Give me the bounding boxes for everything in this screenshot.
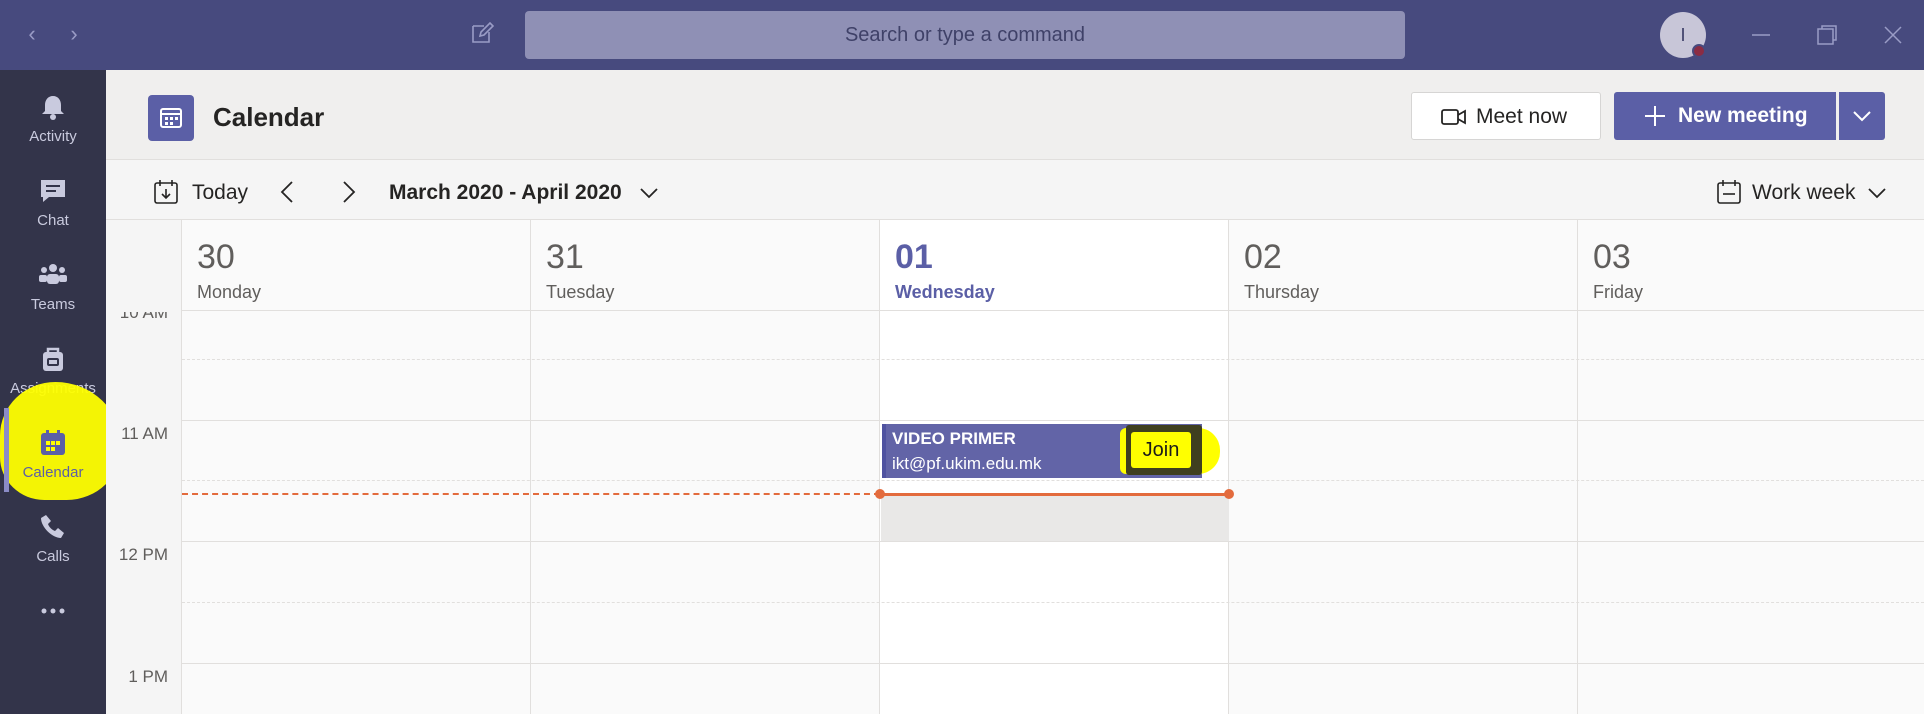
calendar-icon xyxy=(38,428,68,458)
close-icon[interactable] xyxy=(1878,20,1908,50)
current-time-line-today xyxy=(880,493,1229,496)
rail-item-label: Calls xyxy=(36,548,70,565)
day-number: 30 xyxy=(197,238,235,276)
rail-item-label: Activity xyxy=(29,128,77,145)
day-number: 01 xyxy=(895,238,933,276)
new-meeting-label: New meeting xyxy=(1678,104,1808,127)
meet-now-button[interactable]: Meet now xyxy=(1411,92,1601,140)
view-switcher[interactable]: Work week xyxy=(1716,178,1896,206)
current-time-line xyxy=(182,493,880,495)
next-chevron-icon[interactable] xyxy=(336,178,360,206)
half-hour-line xyxy=(182,602,1924,603)
chat-icon xyxy=(38,176,68,206)
view-label: Work week xyxy=(1752,181,1856,204)
day-name: Tuesday xyxy=(546,282,615,302)
more-icon xyxy=(38,596,68,626)
current-time-dot xyxy=(1224,489,1234,499)
day-name: Wednesday xyxy=(895,282,995,302)
search-input[interactable]: Search or type a command xyxy=(525,11,1405,59)
day-number: 03 xyxy=(1593,238,1631,276)
meet-now-label: Meet now xyxy=(1476,105,1568,128)
rail-item-teams[interactable]: Teams xyxy=(0,246,106,330)
rail-item-more[interactable] xyxy=(0,582,106,666)
teams-icon xyxy=(38,260,68,290)
event-title: VIDEO PRIMER xyxy=(892,429,1016,448)
time-label-1pm: 1 PM xyxy=(128,667,168,686)
calendar-app-icon xyxy=(148,95,194,141)
video-camera-icon xyxy=(1440,105,1468,135)
day-column-tuesday[interactable]: 31 Tuesday xyxy=(531,220,880,714)
time-label-11am: 11 AM xyxy=(121,424,168,443)
day-name: Monday xyxy=(197,282,262,302)
rail-item-label: Chat xyxy=(37,212,69,229)
day-header: 02 Thursday xyxy=(1229,220,1578,311)
calendar-today-icon xyxy=(152,178,180,212)
rail-item-label: Teams xyxy=(30,296,76,313)
half-hour-line xyxy=(182,359,1924,360)
range-chevron-down-icon[interactable] xyxy=(638,182,660,204)
phone-icon xyxy=(38,512,68,542)
rail-item-calls[interactable]: Calls xyxy=(0,498,106,582)
rail-item-label: Calendar xyxy=(22,464,84,481)
hour-line xyxy=(182,541,1924,542)
time-label-clip: 10 AM xyxy=(106,312,182,322)
day-header: 30 Monday xyxy=(182,220,531,311)
calendar-view-icon xyxy=(1716,179,1742,211)
assignments-icon xyxy=(38,344,68,374)
day-column-friday[interactable]: 03 Friday xyxy=(1578,220,1924,714)
time-column xyxy=(106,220,182,714)
half-hour-line xyxy=(182,480,1924,481)
bell-icon xyxy=(38,92,68,122)
restore-icon[interactable] xyxy=(1812,20,1842,50)
new-meeting-button[interactable]: New meeting xyxy=(1614,92,1836,140)
day-name: Thursday xyxy=(1244,282,1320,302)
presence-status-badge xyxy=(1692,44,1706,58)
day-column-monday[interactable]: 30 Monday xyxy=(182,220,531,714)
join-button[interactable]: Join xyxy=(1131,432,1191,468)
view-chevron-down-icon xyxy=(1866,182,1888,210)
forward-arrow-icon[interactable]: › xyxy=(62,22,86,46)
calendar-toolbar xyxy=(106,160,1924,220)
date-range-label[interactable]: March 2020 - April 2020 xyxy=(389,181,622,205)
day-name: Friday xyxy=(1593,282,1644,302)
page-title: Calendar xyxy=(213,102,325,132)
minimize-icon[interactable] xyxy=(1746,20,1776,50)
day-column-thursday[interactable]: 02 Thursday xyxy=(1229,220,1578,714)
hour-line xyxy=(182,663,1924,664)
time-label-12pm: 12 PM xyxy=(118,545,168,564)
compose-icon[interactable] xyxy=(470,21,495,46)
event-organizer: ikt@pf.ukim.edu.mk xyxy=(892,454,1042,473)
chevron-down-icon xyxy=(1852,107,1872,130)
back-arrow-icon[interactable]: ‹ xyxy=(20,22,44,46)
new-meeting-dropdown-button[interactable] xyxy=(1839,92,1885,140)
day-header: 03 Friday xyxy=(1578,220,1924,311)
time-label-10am: 10 AM xyxy=(119,312,168,322)
rail-item-chat[interactable]: Chat xyxy=(0,162,106,246)
rail-item-calendar[interactable]: Calendar xyxy=(0,414,106,498)
current-time-dot xyxy=(875,489,885,499)
day-header: 31 Tuesday xyxy=(531,220,880,311)
today-label: Today xyxy=(192,181,249,204)
day-number: 02 xyxy=(1244,238,1282,276)
elapsed-time-block xyxy=(881,495,1229,541)
day-header: 01 Wednesday xyxy=(880,220,1229,311)
day-number: 31 xyxy=(546,238,584,276)
rail-item-activity[interactable]: Activity xyxy=(0,78,106,162)
hour-line xyxy=(182,420,1924,421)
plus-icon xyxy=(1644,105,1666,133)
previous-chevron-icon[interactable] xyxy=(276,178,300,206)
